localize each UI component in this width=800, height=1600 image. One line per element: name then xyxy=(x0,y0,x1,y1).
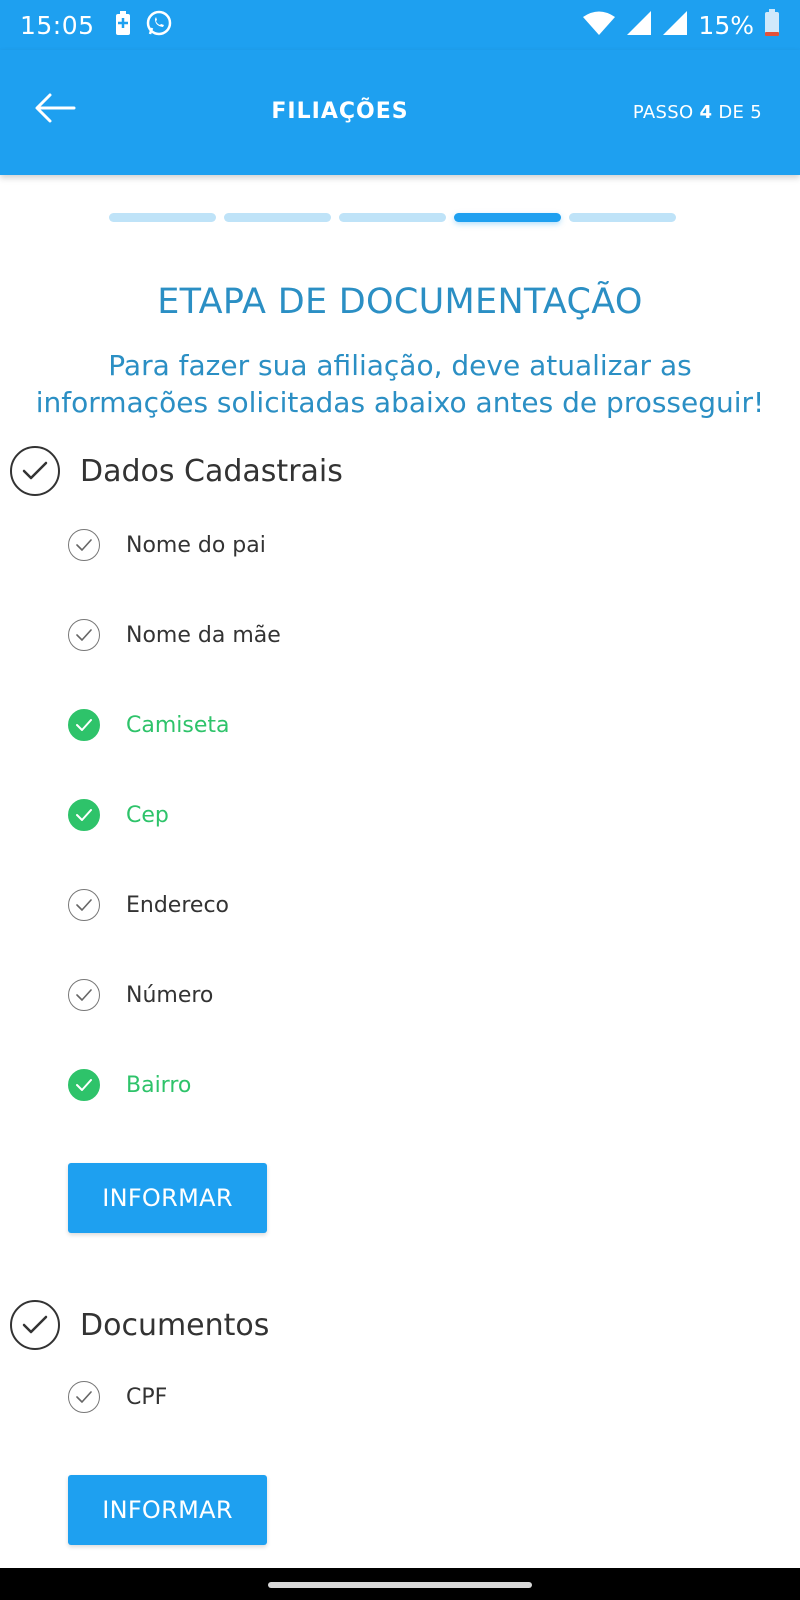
status-time: 15:05 xyxy=(20,10,95,40)
section-title: ETAPA DE DOCUMENTAÇÃO xyxy=(157,282,643,322)
list-item-label: Nome do pai xyxy=(126,532,266,558)
step-indicator: PASSO 4 DE 5 xyxy=(633,102,762,123)
informar-button[interactable]: INFORMAR xyxy=(68,1475,267,1545)
check-circle-filled-icon xyxy=(68,799,100,831)
page-title: FILIAÇÕES xyxy=(271,99,409,124)
check-circle-filled-icon xyxy=(68,709,100,741)
progress-segment xyxy=(109,213,216,222)
step-middle: DE xyxy=(718,102,745,123)
list-item: Endereco xyxy=(68,889,229,921)
progress-segment xyxy=(454,213,561,222)
home-gesture-handle[interactable] xyxy=(268,1582,532,1588)
app-screen: 15:05 15% FILIAÇÕES PASSO 4 DE 5 ETAPA D… xyxy=(0,0,800,1600)
step-prefix: PASSO xyxy=(632,102,694,123)
group-title: Documentos xyxy=(80,1307,270,1343)
list-item: Nome da mãe xyxy=(68,619,281,651)
step-total: 5 xyxy=(750,102,762,123)
list-item: Cep xyxy=(68,799,169,831)
battery-icon xyxy=(764,9,780,41)
check-circle-icon xyxy=(68,1381,100,1413)
informar-button[interactable]: INFORMAR xyxy=(68,1163,267,1233)
list-item-label: Endereco xyxy=(126,892,229,918)
wifi-icon xyxy=(582,10,616,40)
list-item: CPF xyxy=(68,1381,167,1413)
list-item: Bairro xyxy=(68,1069,191,1101)
check-circle-icon xyxy=(10,446,60,496)
progress-segment xyxy=(569,213,676,222)
list-item: Nome do pai xyxy=(68,529,266,561)
system-nav-bar xyxy=(0,1568,800,1600)
list-item-label: Número xyxy=(126,982,214,1008)
list-item-label: Bairro xyxy=(126,1072,192,1098)
progress-segment xyxy=(339,213,446,222)
status-bar: 15:05 15% xyxy=(0,0,800,50)
list-item: Camiseta xyxy=(68,709,230,741)
list-item-label: CPF xyxy=(126,1384,168,1410)
check-circle-icon xyxy=(10,1300,60,1350)
progress-segment xyxy=(224,213,331,222)
check-circle-icon xyxy=(68,619,100,651)
group-header-dados-cadastrais: Dados Cadastrais xyxy=(10,446,343,496)
check-circle-icon xyxy=(68,979,100,1011)
step-progress xyxy=(109,213,676,222)
signal-icon xyxy=(662,10,688,40)
status-left-icons xyxy=(115,9,173,41)
back-button[interactable] xyxy=(30,90,80,130)
check-circle-filled-icon xyxy=(68,1069,100,1101)
signal-icon xyxy=(626,10,652,40)
arrow-left-icon xyxy=(34,92,76,128)
group-title: Dados Cadastrais xyxy=(80,453,343,489)
status-right-icons: 15% xyxy=(582,9,780,41)
list-item-label: Nome da mãe xyxy=(126,622,281,648)
battery-percent: 15% xyxy=(698,10,754,40)
group-header-documentos: Documentos xyxy=(10,1300,269,1350)
list-item-label: Camiseta xyxy=(126,712,230,738)
list-item-label: Cep xyxy=(126,802,169,828)
check-circle-icon xyxy=(68,889,100,921)
list-item: Número xyxy=(68,979,213,1011)
check-circle-icon xyxy=(68,529,100,561)
app-bar: FILIAÇÕES PASSO 4 DE 5 xyxy=(0,50,800,175)
battery-charging-icon xyxy=(115,10,131,40)
section-description: Para fazer sua afiliação, deve atualizar… xyxy=(35,349,765,419)
step-current: 4 xyxy=(699,102,713,123)
whatsapp-icon xyxy=(145,9,173,41)
